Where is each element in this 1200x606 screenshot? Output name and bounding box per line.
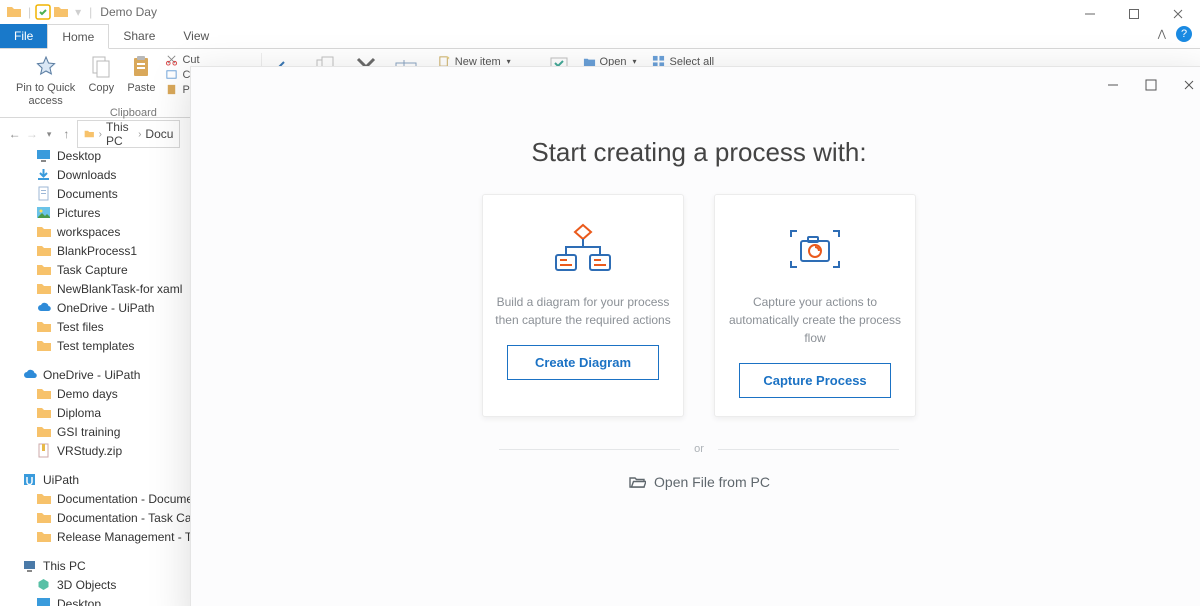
tree-item[interactable]: Test files [0, 317, 210, 336]
maximize-button[interactable] [1112, 0, 1156, 28]
folder-icon [53, 4, 69, 20]
folder-open-icon [628, 473, 646, 491]
tab-view[interactable]: View [169, 24, 223, 48]
cloud-icon [22, 367, 37, 382]
uip-icon [22, 472, 37, 487]
desktop-icon [36, 596, 51, 606]
fld-icon [36, 319, 51, 334]
menu-tabs: File Home Share View ⋀ ? [0, 24, 1200, 49]
tree-item[interactable]: This PC [0, 556, 210, 575]
tree-item[interactable]: 3D Objects [0, 575, 210, 594]
tree-item[interactable]: OneDrive - UiPath [0, 365, 210, 384]
diagram-icon [543, 217, 623, 281]
app-icon [35, 4, 51, 20]
minimize-button[interactable] [1068, 0, 1112, 28]
tree-item[interactable]: Task Capture [0, 260, 210, 279]
cloud-icon [36, 300, 51, 315]
chevron-up-icon[interactable]: ⋀ [1158, 29, 1166, 40]
3d-icon [36, 577, 51, 592]
doc-icon [36, 186, 51, 201]
tree-item[interactable]: UiPath [0, 470, 210, 489]
navigation-tree: DesktopDownloadsDocumentsPicturesworkspa… [0, 142, 210, 606]
fld-icon [36, 338, 51, 353]
tree-item[interactable]: Test templates [0, 336, 210, 355]
fld-icon [36, 243, 51, 258]
tree-item[interactable]: Documentation - Documents [0, 489, 210, 508]
create-diagram-button[interactable]: Create Diagram [507, 345, 659, 380]
tab-home[interactable]: Home [47, 24, 109, 49]
close-button[interactable] [1156, 0, 1200, 28]
desktop-icon [36, 148, 51, 163]
tree-item[interactable]: GSI training [0, 422, 210, 441]
open-file-button[interactable]: Open File from PC [191, 473, 1200, 491]
fld-icon [36, 386, 51, 401]
fld-icon [36, 510, 51, 525]
cut-button[interactable]: Cut [165, 53, 252, 66]
tree-item[interactable]: OneDrive - UiPath [0, 298, 210, 317]
tree-item[interactable]: Demo days [0, 384, 210, 403]
folder-icon [84, 126, 95, 142]
task-capture-window: Start creating a process with: Build a d… [190, 66, 1200, 606]
modal-minimize-button[interactable] [1103, 75, 1123, 95]
help-icon[interactable]: ? [1176, 26, 1192, 42]
fld-icon [36, 424, 51, 439]
pic-icon [36, 205, 51, 220]
zip-icon [36, 443, 51, 458]
fld-icon [36, 224, 51, 239]
tree-item[interactable]: Documents [0, 184, 210, 203]
tab-file[interactable]: File [0, 24, 47, 48]
modal-close-button[interactable] [1179, 75, 1199, 95]
modal-maximize-button[interactable] [1141, 75, 1161, 95]
tree-item[interactable]: Desktop [0, 594, 210, 606]
folder-icon [6, 4, 22, 20]
fld-icon [36, 491, 51, 506]
tree-item[interactable]: workspaces [0, 222, 210, 241]
tree-item[interactable]: Diploma [0, 403, 210, 422]
tree-item[interactable]: Desktop [0, 146, 210, 165]
tree-item[interactable]: Documentation - Task Capture [0, 508, 210, 527]
clipboard-caption: Clipboard [110, 107, 157, 119]
download-icon [36, 167, 51, 182]
card-desc: Build a diagram for your process then ca… [495, 293, 671, 329]
pc-icon [22, 558, 37, 573]
modal-heading: Start creating a process with: [191, 137, 1200, 168]
titlebar: | ▾| Demo Day [0, 0, 1200, 24]
fld-icon [36, 405, 51, 420]
pin-quick-access-button[interactable]: Pin to Quickaccess [14, 53, 77, 107]
tree-item[interactable]: VRStudy.zip [0, 441, 210, 460]
fld-icon [36, 281, 51, 296]
paste-button[interactable]: Paste [125, 53, 157, 94]
card-desc: Capture your actions to automatically cr… [727, 293, 903, 347]
tree-item[interactable]: NewBlankTask-for xaml [0, 279, 210, 298]
fld-icon [36, 262, 51, 277]
create-diagram-card: Build a diagram for your process then ca… [482, 194, 684, 417]
capture-process-button[interactable]: Capture Process [739, 363, 891, 398]
or-divider: or [499, 443, 899, 455]
capture-process-card: Capture your actions to automatically cr… [714, 194, 916, 417]
capture-icon [775, 217, 855, 281]
tree-item[interactable]: Release Management - Task Captu [0, 527, 210, 546]
fld-icon [36, 529, 51, 544]
tree-item[interactable]: Downloads [0, 165, 210, 184]
tree-item[interactable]: BlankProcess1 [0, 241, 210, 260]
tab-share[interactable]: Share [109, 24, 169, 48]
copy-button[interactable]: Copy [85, 53, 117, 94]
window-title: Demo Day [100, 5, 157, 19]
tree-item[interactable]: Pictures [0, 203, 210, 222]
